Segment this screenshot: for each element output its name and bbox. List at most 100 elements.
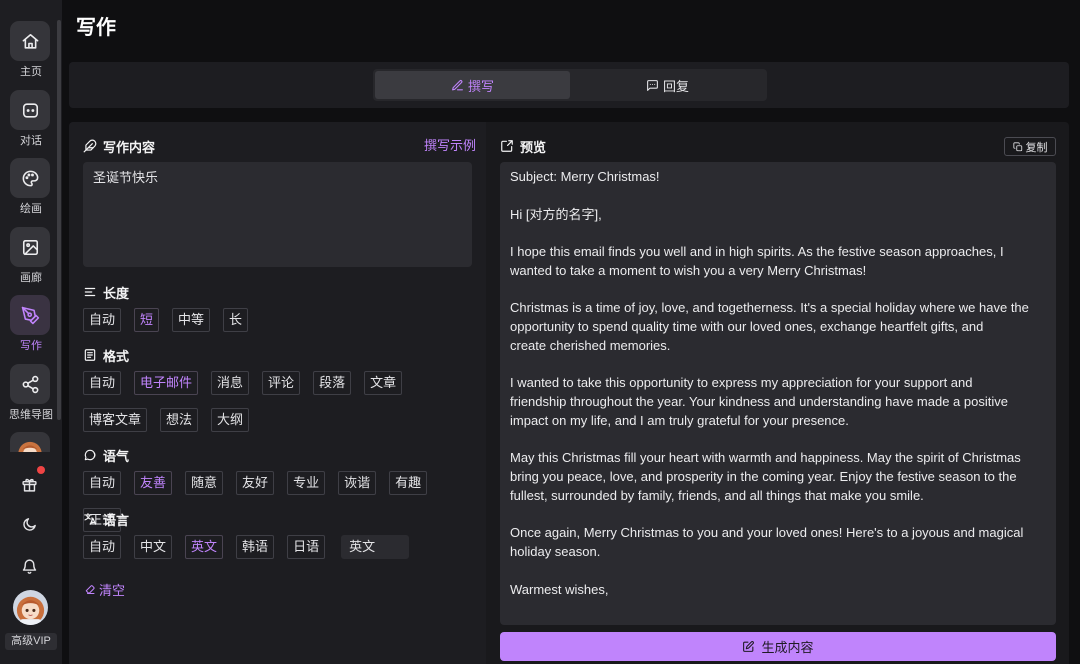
translate-icon [84,513,97,525]
language-option-chip[interactable]: 日语 [287,535,326,559]
language-option-chip[interactable]: 自动 [83,535,122,559]
language-option-chip[interactable]: 中文 [134,535,173,559]
length-option-chip[interactable]: 长 [223,308,249,332]
preview-paragraph: Once again, Merry Christmas to you and y… [510,524,1046,562]
format-option-chip[interactable]: 自动 [83,371,122,395]
sidebar: 主页 对话 绘画 画廊 写作 思维导图 高级VIP [0,0,62,664]
preview-line: Christmas is a time of joy, love, and to… [510,300,1029,316]
theme-toggle-button[interactable] [21,516,39,534]
length-option-chip[interactable]: 自动 [83,308,122,332]
compose-form: 写作内容 撰写示例 圣诞节快乐 长度 自动短中等长 格式 自动 电子邮件 消息 评论段… [69,122,486,664]
preview-panel: 预览 复制 Subject: Merry Christmas! Hi [对方的名字… [486,122,1069,664]
tone-label: 语气 [103,448,130,464]
tab-compose[interactable]: 撰写 [375,71,570,99]
home-icon [22,33,38,49]
gift-button[interactable] [21,476,39,494]
vip-badge[interactable]: 高级VIP [5,633,57,650]
copy-icon [1012,141,1022,151]
sidebar-item-label: 写作 [20,340,42,352]
sidebar-item-label: 思维导图 [9,409,53,421]
length-option-chip[interactable]: 短 [134,308,160,332]
speech-icon [84,449,96,461]
content-section-header: 写作内容 [83,137,155,155]
writing-workspace: 写作内容 撰写示例 圣诞节快乐 长度 自动短中等长 格式 自动 电子邮件 消息 评论段… [69,122,1069,664]
sidebar-item-chat[interactable]: 对话 [0,90,62,158]
language-custom-input[interactable]: 英文 [341,535,410,559]
format-options: 自动 电子邮件 消息 评论 段落 文章博客文章 想法 大纲 [83,371,472,432]
language-option-chip[interactable]: 韩语 [236,535,275,559]
tone-option-chip[interactable]: 专业 [287,471,326,495]
preview-line: I hope this email finds you well and in … [510,244,1004,259]
preview-paragraph: I wanted to take this opportunity to exp… [510,374,1046,430]
preview-line: Hi [对方的名字], [510,206,602,222]
tone-option-chip[interactable]: 有趣 [389,471,428,495]
tab-reply[interactable]: 回复 [570,71,765,99]
feather-icon [83,139,97,153]
preview-line: Subject: Merry Christmas! [510,169,660,184]
preview-line: bring you peace, love, and prosperity in… [510,469,1017,484]
sidebar-item-label: 对话 [20,135,42,147]
format-option-chip[interactable]: 段落 [313,371,352,395]
preview-output[interactable]: Subject: Merry Christmas! Hi [对方的名字], I ho… [500,162,1056,625]
notifications-button[interactable] [21,558,39,576]
sidebar-item-icon-box [10,295,50,335]
sidebar-item-label: 画廊 [20,272,42,284]
preview-line: friendship throughout the year. Your kin… [510,394,1008,409]
user-avatar[interactable] [13,590,48,625]
length-section-header: 长度 [83,283,129,301]
language-option-chip[interactable]: 英文 [185,535,224,559]
pen-icon [452,79,463,90]
preview-line: wanted to take a moment to wish you a ve… [510,262,867,278]
tone-option-chip[interactable]: 随意 [185,471,224,495]
writing-example-link[interactable]: 撰写示例 [424,137,476,155]
tone-option-chip[interactable]: 友好 [236,471,275,495]
tone-option-chip[interactable]: 友善 [134,471,173,495]
preview-line: Once again, Merry Christmas to you and y… [510,525,1024,541]
preview-line: create cherished memories. [510,337,671,353]
sidebar-item-writing[interactable]: 写作 [0,295,62,363]
preview-paragraph: I hope this email finds you well and in … [510,243,1046,281]
sidebar-item-paint[interactable]: 绘画 [0,158,62,226]
mode-switch: 撰写 回复 [373,69,767,101]
format-option-chip[interactable]: 电子邮件 [134,371,199,395]
content-input[interactable]: 圣诞节快乐 [83,162,472,267]
format-option-chip[interactable]: 博客文章 [83,408,148,432]
format-option-chip[interactable]: 文章 [364,371,403,395]
sidebar-item-label: 主页 [20,66,42,78]
preview-paragraph: May this Christmas fill your heart with … [510,449,1046,505]
preview-section-header: 预览 [500,137,546,155]
app-avatar-icon [18,441,42,452]
preview-paragraph: Hi [对方的名字], [510,206,1046,225]
external-box-icon [501,140,513,152]
format-option-chip[interactable]: 消息 [211,371,250,395]
length-option-chip[interactable]: 中等 [172,308,211,332]
language-options: 自动 中文 英文 韩语 日语 英文 [83,535,472,559]
gift-icon [22,478,37,492]
sidebar-item-mindmap[interactable]: 思维导图 [0,364,62,432]
format-option-chip[interactable]: 大纲 [211,408,250,432]
clear-button[interactable]: 清空 [84,581,126,598]
language-label: 语言 [103,512,130,528]
tone-option-chip[interactable]: 诙谐 [338,471,377,495]
sidebar-item-more[interactable] [0,432,62,452]
document-icon [84,349,96,361]
eraser-icon [85,585,95,594]
align-left-icon [84,287,96,297]
copy-label: 复制 [1025,141,1048,154]
sidebar-item-icon-box [10,21,50,61]
length-options: 自动短中等长 [83,308,472,332]
tone-option-chip[interactable]: 自动 [83,471,122,495]
generate-button[interactable]: 生成内容 [500,632,1056,661]
preview-line: opportunity to spend quality time with o… [510,319,984,334]
content-label: 写作内容 [103,139,156,155]
sidebar-nav: 主页 对话 绘画 画廊 写作 思维导图 [0,21,62,452]
avatar-image [13,590,48,625]
sidebar-item-home[interactable]: 主页 [0,21,62,89]
format-option-chip[interactable]: 评论 [262,371,301,395]
copy-button[interactable]: 复制 [1004,137,1056,156]
format-option-chip[interactable]: 想法 [160,408,199,432]
sidebar-item-gallery[interactable]: 画廊 [0,227,62,295]
chat-icon [22,102,38,118]
clear-label: 清空 [99,582,126,598]
sidebar-item-icon-box [10,90,50,130]
